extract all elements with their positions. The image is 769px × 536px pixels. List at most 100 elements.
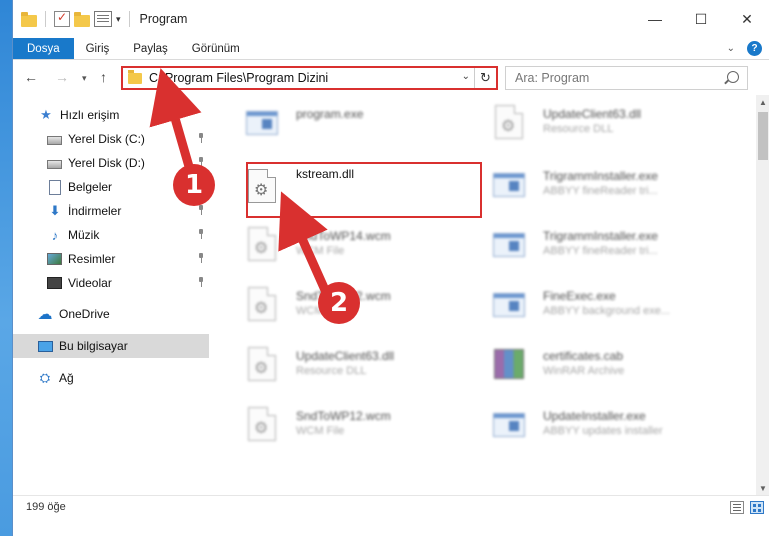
forward-arrow-icon[interactable]: → xyxy=(55,69,69,85)
address-dropdown-chevron-icon[interactable]: ⌄ xyxy=(462,71,470,82)
dll-file-icon xyxy=(244,405,280,445)
up-arrow-icon[interactable]: ↑ xyxy=(100,69,107,85)
pin-icon xyxy=(197,205,205,215)
file-item[interactable]: SndToWP14.wcm WCM File xyxy=(244,221,474,271)
properties-check-icon[interactable] xyxy=(54,10,70,27)
drive-icon xyxy=(47,136,62,145)
folder-icon xyxy=(21,11,37,27)
sidebar-item-label: Bu bilgisayar xyxy=(59,339,128,353)
pin-icon xyxy=(197,253,205,263)
file-item[interactable]: UpdateClient63.dll Resource DLL xyxy=(491,99,751,149)
sidebar-item-label: İndirmeler xyxy=(68,204,122,218)
file-item[interactable]: UpdateInstaller.exe ABBYY updates instal… xyxy=(491,401,751,451)
file-name: program.exe xyxy=(296,107,364,121)
customize-toolbar-chevron-icon[interactable]: ▾ xyxy=(116,14,121,25)
new-folder-icon[interactable] xyxy=(74,11,90,27)
sidebar-item-pictures[interactable]: Resimler xyxy=(13,247,209,271)
dll-file-icon xyxy=(244,285,280,325)
sidebar-item-label: Videolar xyxy=(68,276,112,290)
search-input[interactable]: Ara: Program xyxy=(515,71,589,85)
sidebar-item-label: Müzik xyxy=(68,228,100,242)
close-button[interactable]: ✕ xyxy=(724,0,769,38)
sidebar-item-local-disk-c[interactable]: Yerel Disk (C:) xyxy=(13,127,209,151)
exe-file-icon xyxy=(491,225,527,265)
tab-share[interactable]: Paylaş xyxy=(121,38,180,59)
address-path[interactable]: C:\Program Files\Program Dizini xyxy=(149,71,328,85)
file-item[interactable]: UpdateClient63.dll Resource DLL xyxy=(244,341,474,391)
file-name: TrigrammInstaller.exe xyxy=(543,169,658,183)
navigation-pane: ★ Hızlı erişim Yerel Disk (C:) Yerel Dis… xyxy=(13,95,209,495)
file-item[interactable]: SndToWP12.wcm WCM File xyxy=(244,401,474,451)
music-icon: ♪ xyxy=(51,227,59,243)
maximize-button[interactable]: ☐ xyxy=(678,0,724,38)
refresh-icon[interactable]: ↻ xyxy=(474,68,496,88)
file-name: certificates.cab xyxy=(543,349,624,363)
file-name: FineExec.exe xyxy=(543,289,616,303)
large-icons-view-icon[interactable] xyxy=(750,501,764,514)
highlight-box xyxy=(246,162,482,218)
tab-home[interactable]: Giriş xyxy=(74,38,122,59)
window-title: Program xyxy=(139,12,188,26)
file-item[interactable]: program.exe xyxy=(244,99,474,149)
dll-file-icon xyxy=(244,345,280,385)
cloud-icon: ☁ xyxy=(37,306,53,323)
file-type: WCM File xyxy=(296,425,345,437)
tab-view[interactable]: Görünüm xyxy=(180,38,252,59)
scroll-up-arrow-icon[interactable]: ▲ xyxy=(756,95,769,109)
search-icon[interactable] xyxy=(727,71,739,83)
vertical-scrollbar[interactable]: ▲ ▼ xyxy=(756,95,769,495)
sidebar-item-network[interactable]: ⛭ Ağ xyxy=(13,366,209,390)
back-arrow-icon[interactable]: ← xyxy=(24,69,38,85)
sidebar-item-label: Hızlı erişim xyxy=(60,108,120,122)
sidebar-item-label: Yerel Disk (C:) xyxy=(68,132,145,146)
sidebar-item-this-pc[interactable]: Bu bilgisayar xyxy=(13,334,209,358)
title-bar: ▾ Program — ☐ ✕ xyxy=(13,0,769,38)
videos-icon xyxy=(47,277,62,289)
file-name: TrigrammInstaller.exe xyxy=(543,229,658,243)
dll-file-icon xyxy=(244,225,280,265)
scroll-down-arrow-icon[interactable]: ▼ xyxy=(756,481,769,495)
status-bar: 199 öğe xyxy=(13,495,769,536)
file-item[interactable]: TrigrammInstaller.exe ABBYY fineReader t… xyxy=(491,161,751,211)
exe-file-icon xyxy=(491,285,527,325)
exe-file-icon xyxy=(491,165,527,205)
details-view-icon[interactable] xyxy=(730,501,744,514)
sidebar-item-downloads[interactable]: ⬇ İndirmeler xyxy=(13,199,209,223)
address-row: ← → ▾ ↑ C:\Program Files\Program Dizini … xyxy=(13,61,769,95)
sidebar-item-label: OneDrive xyxy=(59,307,110,321)
pin-icon xyxy=(197,229,205,239)
sidebar-item-label: Yerel Disk (D:) xyxy=(68,156,145,170)
address-bar[interactable]: C:\Program Files\Program Dizini ⌄ ↻ xyxy=(121,66,498,90)
file-item[interactable]: FineExec.exe ABBYY background exe... xyxy=(491,281,751,331)
dll-file-icon xyxy=(491,103,527,143)
sidebar-item-quick-access[interactable]: ★ Hızlı erişim xyxy=(13,103,209,127)
file-item[interactable]: TrigrammInstaller.exe ABBYY fineReader t… xyxy=(491,221,751,271)
file-type: ABBYY fineReader tri... xyxy=(543,185,658,197)
item-count: 199 öğe xyxy=(26,501,66,513)
tab-file[interactable]: Dosya xyxy=(13,38,74,59)
step-2-badge: 2 xyxy=(318,282,360,324)
file-type: Resource DLL xyxy=(543,123,614,135)
sidebar-item-label: Resimler xyxy=(68,252,116,266)
file-list: program.exe kstream.dll SndToWP14.wcm WC… xyxy=(209,95,756,495)
sidebar-item-videos[interactable]: Videolar xyxy=(13,271,209,295)
ribbon-right-controls: ⌄ ? xyxy=(727,41,762,56)
search-box[interactable]: Ara: Program xyxy=(505,66,748,90)
drive-icon xyxy=(47,160,62,169)
help-icon[interactable]: ? xyxy=(747,41,762,56)
pin-icon xyxy=(197,133,205,143)
toolbar-divider xyxy=(128,11,130,27)
sidebar-item-onedrive[interactable]: ☁ OneDrive xyxy=(13,302,209,326)
expand-ribbon-chevron-icon[interactable]: ⌄ xyxy=(727,43,735,54)
properties-icon[interactable] xyxy=(94,11,112,27)
archive-file-icon xyxy=(491,345,527,385)
file-name: UpdateClient63.dll xyxy=(296,349,395,363)
file-name: UpdateInstaller.exe xyxy=(543,409,646,423)
recent-locations-chevron-icon[interactable]: ▾ xyxy=(82,73,87,84)
minimize-button[interactable]: — xyxy=(632,0,678,38)
file-item[interactable]: certificates.cab WinRAR Archive xyxy=(491,341,751,391)
scrollbar-thumb[interactable] xyxy=(758,112,768,160)
sidebar-item-music[interactable]: ♪ Müzik xyxy=(13,223,209,247)
ribbon-tabs: Dosya Giriş Paylaş Görünüm ⌄ ? xyxy=(13,38,769,60)
pictures-icon xyxy=(47,253,62,265)
